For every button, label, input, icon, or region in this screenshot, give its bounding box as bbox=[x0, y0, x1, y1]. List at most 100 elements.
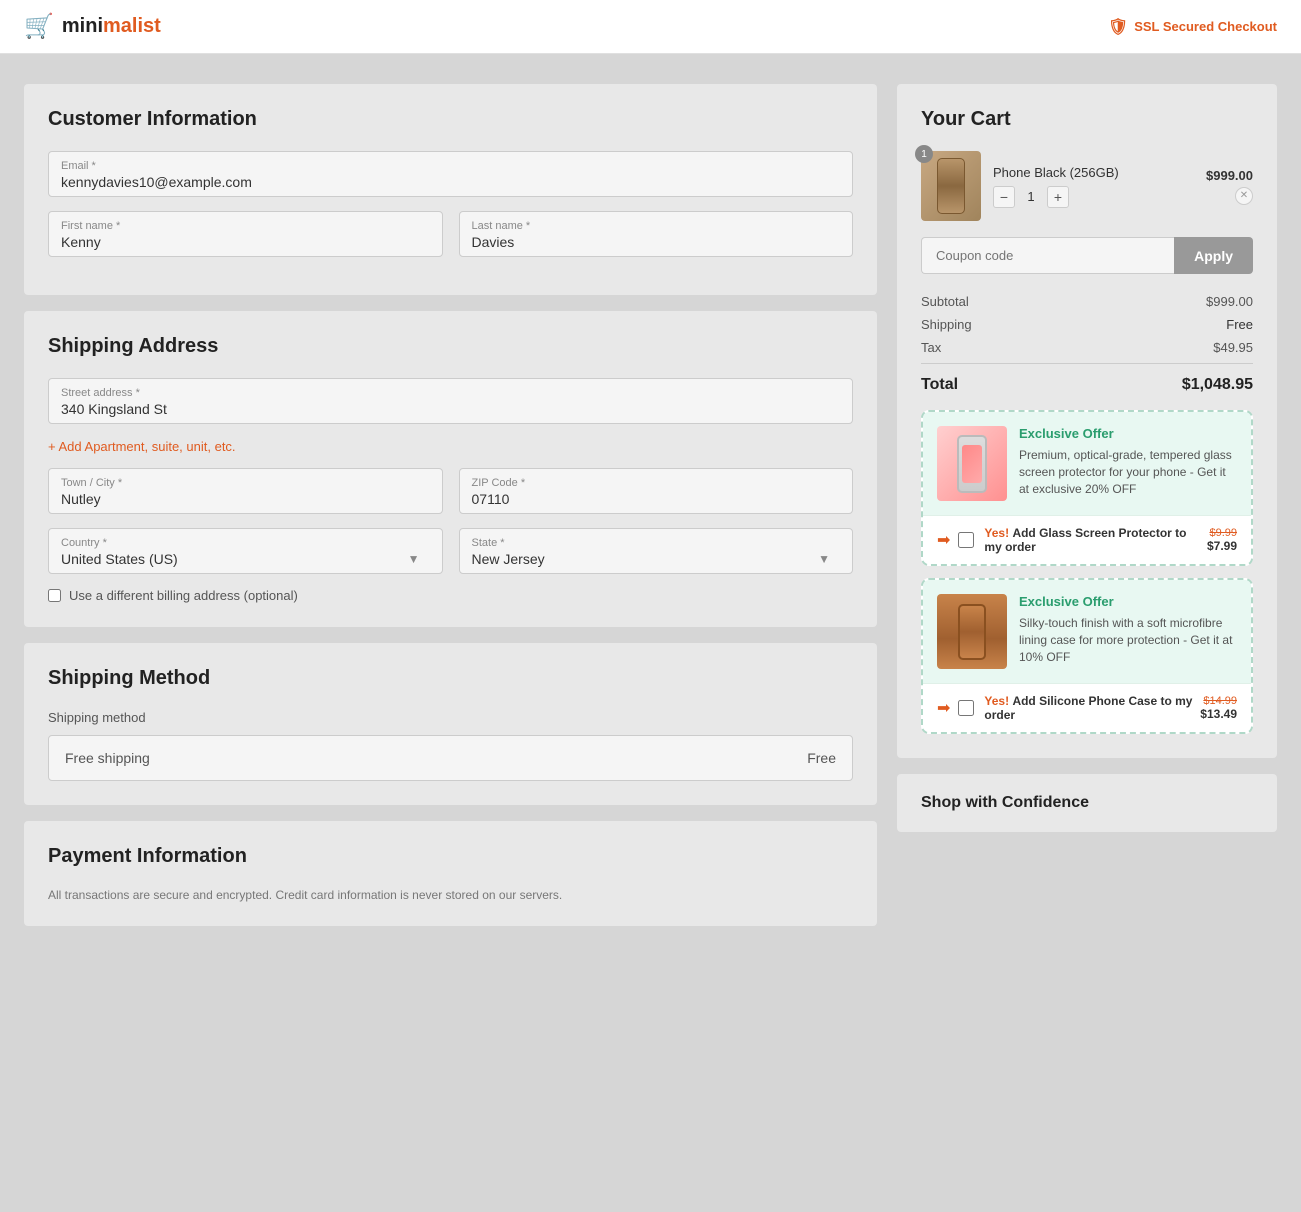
state-label: State * bbox=[472, 537, 841, 549]
cart-item-info: Phone Black (256GB) − 1 + bbox=[993, 165, 1194, 208]
country-label: Country * bbox=[61, 537, 430, 549]
state-select[interactable]: New Jersey bbox=[472, 551, 841, 567]
offer-desc-0: Premium, optical-grade, tempered glass s… bbox=[1019, 447, 1237, 497]
state-select-wrapper: New Jersey ▼ bbox=[472, 551, 841, 567]
ssl-badge: 🛡 SSL Secured Checkout bbox=[1108, 17, 1277, 37]
street-input[interactable] bbox=[61, 401, 840, 417]
shipping-value: Free bbox=[1226, 317, 1253, 332]
country-select-wrapper: United States (US) ▼ bbox=[61, 551, 430, 567]
screen-protector-phone-icon bbox=[957, 435, 987, 493]
country-select[interactable]: United States (US) bbox=[61, 551, 430, 567]
right-column: Your Cart 1 Phone Black (256GB) − 1 + $9… bbox=[897, 84, 1277, 926]
coupon-input[interactable] bbox=[921, 237, 1174, 274]
shipping-option: Free shipping Free bbox=[48, 735, 853, 781]
offer-card-0: Exclusive Offer Premium, optical-grade, … bbox=[921, 410, 1253, 566]
shipping-method-title: Shipping Method bbox=[48, 667, 853, 690]
city-label: Town / City * bbox=[61, 477, 430, 489]
offer-original-price-0: $9.99 bbox=[1209, 527, 1237, 539]
shipping-option-price: Free bbox=[807, 750, 836, 766]
total-row: Total $1,048.95 bbox=[921, 363, 1253, 394]
offer-yes-1: Yes! bbox=[984, 694, 1009, 708]
country-state-row: Country * United States (US) ▼ State * bbox=[48, 528, 853, 574]
qty-increase-button[interactable]: + bbox=[1047, 186, 1069, 208]
last-name-label: Last name * bbox=[472, 220, 841, 232]
street-label: Street address * bbox=[61, 387, 840, 399]
subtotal-value: $999.00 bbox=[1206, 294, 1253, 309]
offer-arrow-icon-1: ➡ bbox=[937, 698, 950, 718]
qty-value: 1 bbox=[1023, 189, 1039, 204]
cart-item-price: $999.00 bbox=[1206, 168, 1253, 183]
email-label: Email * bbox=[61, 160, 840, 172]
ssl-text: SSL Secured Checkout bbox=[1134, 19, 1277, 34]
offer-top-1: Exclusive Offer Silky-touch finish with … bbox=[923, 580, 1251, 683]
street-group: Street address * bbox=[48, 378, 853, 424]
country-group: Country * United States (US) ▼ bbox=[48, 528, 443, 574]
subtotal-label: Subtotal bbox=[921, 294, 969, 309]
city-group: Town / City * bbox=[48, 468, 443, 514]
coupon-row: Apply bbox=[921, 237, 1253, 274]
offer-checkbox-0[interactable] bbox=[958, 532, 974, 548]
shipping-address-title: Shipping Address bbox=[48, 335, 853, 358]
offer-text-0: Exclusive Offer Premium, optical-grade, … bbox=[1019, 426, 1237, 497]
remove-item-button[interactable]: ✕ bbox=[1235, 187, 1253, 205]
shipping-method-section: Shipping Method Shipping method Free shi… bbox=[24, 643, 877, 805]
offer-add-text-0: Yes! Add Glass Screen Protector to my or… bbox=[984, 526, 1207, 554]
cart-item-image: 1 bbox=[921, 151, 981, 221]
offer-badge-0: Exclusive Offer bbox=[1019, 426, 1237, 441]
email-field-wrapper: Email * bbox=[48, 151, 853, 197]
billing-checkbox-label: Use a different billing address (optiona… bbox=[69, 588, 298, 603]
state-group: State * New Jersey ▼ bbox=[459, 528, 854, 574]
qty-controls: − 1 + bbox=[993, 186, 1194, 208]
offer-bottom-1: ➡ Yes! Add Silicone Phone Case to my ord… bbox=[923, 683, 1251, 732]
offer-prices-1: $14.99 $13.49 bbox=[1200, 695, 1237, 721]
first-name-group: First name * bbox=[48, 211, 443, 257]
offer-top-0: Exclusive Offer Premium, optical-grade, … bbox=[923, 412, 1251, 515]
billing-checkbox[interactable] bbox=[48, 589, 61, 602]
shipping-option-text: Free shipping bbox=[65, 750, 150, 766]
offers-section: Exclusive Offer Premium, optical-grade, … bbox=[921, 410, 1253, 734]
email-input[interactable] bbox=[61, 174, 840, 190]
first-name-label: First name * bbox=[61, 220, 430, 232]
cart-icon: 🛒 bbox=[24, 12, 54, 41]
offer-image-1 bbox=[937, 594, 1007, 669]
state-wrapper: State * New Jersey ▼ bbox=[459, 528, 854, 574]
city-wrapper: Town / City * bbox=[48, 468, 443, 514]
tax-label: Tax bbox=[921, 340, 941, 355]
cart-item-badge: 1 bbox=[915, 145, 933, 163]
last-name-input[interactable] bbox=[472, 234, 841, 250]
cart-item-price-area: $999.00 ✕ bbox=[1206, 168, 1253, 205]
offer-yes-0: Yes! bbox=[984, 526, 1009, 540]
offer-add-text-1: Yes! Add Silicone Phone Case to my order bbox=[984, 694, 1200, 722]
logo-malist: malist bbox=[103, 15, 161, 37]
add-apartment-link[interactable]: Add Apartment, suite, unit, etc. bbox=[48, 439, 236, 454]
logo-mini: mini bbox=[62, 15, 103, 37]
zip-input[interactable] bbox=[472, 491, 841, 507]
shipping-address-section: Shipping Address Street address * Add Ap… bbox=[24, 311, 877, 627]
offer-original-price-1: $14.99 bbox=[1203, 695, 1237, 707]
city-zip-row: Town / City * ZIP Code * bbox=[48, 468, 853, 514]
shipping-method-label: Shipping method bbox=[48, 710, 853, 725]
tax-value: $49.95 bbox=[1213, 340, 1253, 355]
shipping-row: Shipping Free bbox=[921, 317, 1253, 332]
main-container: Customer Information Email * First name … bbox=[0, 54, 1301, 956]
cart-section: Your Cart 1 Phone Black (256GB) − 1 + $9… bbox=[897, 84, 1277, 758]
offer-add-label-0: Add Glass Screen Protector to my order bbox=[984, 526, 1186, 554]
cart-item-name: Phone Black (256GB) bbox=[993, 165, 1194, 180]
cart-title: Your Cart bbox=[921, 108, 1253, 131]
zip-group: ZIP Code * bbox=[459, 468, 854, 514]
offer-add-label-1: Add Silicone Phone Case to my order bbox=[984, 694, 1192, 722]
last-name-wrapper: Last name * bbox=[459, 211, 854, 257]
subtotal-row: Subtotal $999.00 bbox=[921, 294, 1253, 309]
shield-icon: 🛡 bbox=[1108, 17, 1128, 37]
qty-decrease-button[interactable]: − bbox=[993, 186, 1015, 208]
total-label: Total bbox=[921, 376, 958, 394]
payment-note: All transactions are secure and encrypte… bbox=[48, 888, 853, 902]
offer-checkbox-1[interactable] bbox=[958, 700, 974, 716]
first-name-input[interactable] bbox=[61, 234, 430, 250]
street-wrapper: Street address * bbox=[48, 378, 853, 424]
shop-confidence-title: Shop with Confidence bbox=[921, 794, 1253, 812]
apply-coupon-button[interactable]: Apply bbox=[1174, 237, 1253, 274]
country-wrapper: Country * United States (US) ▼ bbox=[48, 528, 443, 574]
city-input[interactable] bbox=[61, 491, 430, 507]
customer-information-section: Customer Information Email * First name … bbox=[24, 84, 877, 295]
